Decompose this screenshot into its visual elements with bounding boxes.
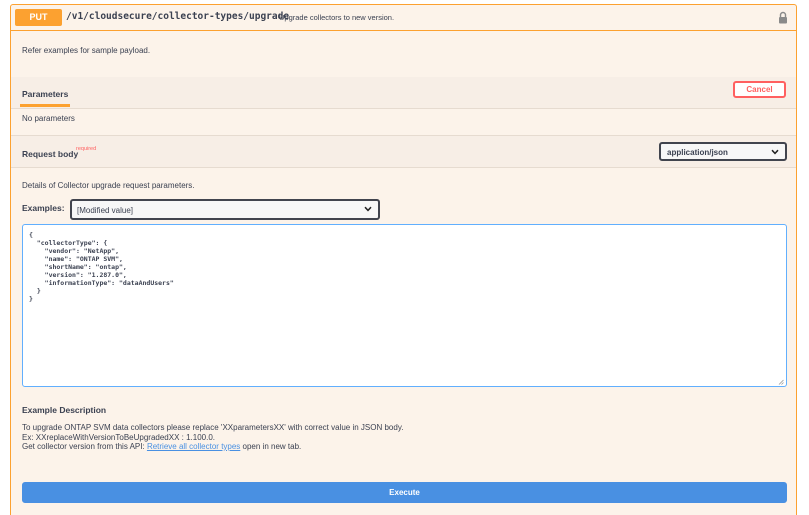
description-line-2: Ex: XXreplaceWithVersionToBeUpgradedXX :… (22, 432, 215, 442)
no-parameters-text: No parameters (22, 114, 75, 123)
required-marker: required (76, 146, 97, 152)
request-body-label: Request body (22, 149, 79, 159)
chevron-down-icon (364, 206, 372, 212)
tab-parameters[interactable]: Parameters (20, 89, 71, 107)
cancel-button[interactable]: Cancel (733, 81, 786, 98)
description-line-3-suffix: open in new tab. (240, 442, 302, 451)
lock-icon[interactable] (778, 11, 788, 24)
example-description-title: Example Description (22, 405, 107, 415)
description-line-3: Get collector version from this API: Ret… (22, 442, 403, 452)
request-body-textarea[interactable]: { "collectorType": { "vendor": "NetApp",… (22, 224, 787, 387)
operation-note: Refer examples for sample payload. (22, 46, 151, 55)
example-description-text: To upgrade ONTAP SVM data collectors ple… (22, 423, 403, 452)
resize-handle-icon[interactable] (778, 379, 784, 385)
retrieve-collector-types-link[interactable]: Retrieve all collector types (147, 442, 240, 451)
description-line-3-prefix: Get collector version from this API: (22, 442, 147, 451)
examples-label: Examples: (22, 203, 65, 213)
operation-summary-text: Upgrade collectors to new version. (279, 13, 395, 22)
content-type-select[interactable]: application/json (659, 142, 787, 161)
endpoint-path: /v1/cloudsecure/collector-types/upgrade (66, 11, 290, 22)
parameters-header: Parameters Cancel (11, 77, 796, 109)
chevron-down-icon (771, 149, 779, 155)
description-line-1: To upgrade ONTAP SVM data collectors ple… (22, 423, 404, 432)
method-badge: PUT (15, 9, 62, 26)
request-body-description: Details of Collector upgrade request par… (22, 181, 195, 190)
request-body-header: Request body required application/json (11, 135, 796, 168)
examples-select[interactable]: [Modified value] (70, 199, 380, 220)
examples-selected-value: [Modified value] (77, 205, 134, 215)
operation-block: PUT /v1/cloudsecure/collector-types/upgr… (10, 4, 797, 515)
operation-summary[interactable]: PUT /v1/cloudsecure/collector-types/upgr… (11, 5, 796, 31)
execute-button[interactable]: Execute (22, 482, 787, 503)
content-type-value: application/json (667, 147, 728, 157)
